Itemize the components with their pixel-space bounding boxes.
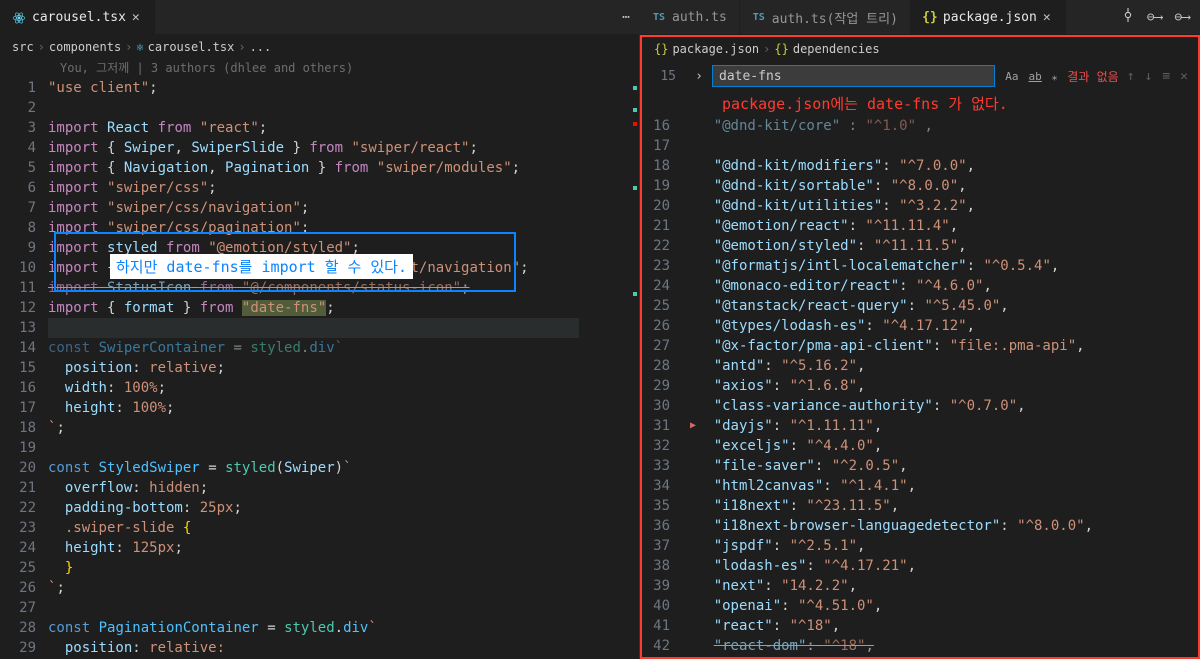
json-icon: {} [923,10,937,24]
crumb[interactable]: dependencies [793,42,880,56]
ts-icon: TS [752,10,766,24]
tab-auth-working[interactable]: TS auth.ts(작업 트리) [740,0,911,35]
ts-icon: TS [652,10,666,24]
tab-label: carousel.tsx [32,10,126,25]
react-icon [12,11,26,25]
whole-word-icon[interactable]: ab [1027,69,1044,84]
crumb[interactable]: src [12,40,34,54]
editor-pane-left: src› components› ⚛ carousel.tsx› ... You… [0,35,640,659]
prev-match-icon[interactable]: ↑ [1127,69,1135,84]
tab-carousel[interactable]: carousel.tsx ✕ [0,0,155,34]
breadcrumbs-right[interactable]: {} package.json› {} dependencies [642,37,1198,61]
breadcrumbs-left[interactable]: src› components› ⚛ carousel.tsx› ... [0,35,639,59]
code-editor-left[interactable]: 1234567891011121314151617181920212223242… [0,78,639,659]
react-icon: ⚛ [136,40,143,54]
line-number: 15 [652,69,686,84]
tab-label: auth.ts(작업 트리) [772,8,898,27]
editor-actions: ⊖⟶ ⊖⟶ [1111,8,1200,26]
next-match-icon[interactable]: ↓ [1145,69,1153,84]
tab-auth[interactable]: TS auth.ts [640,0,740,35]
tab-label: auth.ts [672,10,727,25]
find-in-selection-icon[interactable]: ≡ [1162,69,1170,84]
tab-label: package.json [943,10,1037,25]
match-case-icon[interactable]: Aa [1003,69,1020,84]
code-editor-right[interactable]: 16"@dnd-kit/core" : "^1.0" ,1718"@dnd-ki… [642,116,1198,657]
regex-icon[interactable]: ⁎ [1050,69,1060,84]
crumb[interactable]: carousel.tsx [148,40,235,54]
git-authors: You, 그저께 | 3 authors (dhlee and others) [0,59,639,78]
tab-bar: carousel.tsx ✕ ⋯ TS auth.ts TS auth.ts(작… [0,0,1200,35]
search-options: Aa ab ⁎ [1003,69,1059,84]
close-icon[interactable]: ✕ [1043,10,1053,25]
editor-pane-right: {} package.json› {} dependencies 15 › Aa… [640,35,1200,659]
tab-package-json[interactable]: {} package.json ✕ [911,0,1066,35]
more-dots-icon[interactable]: ⋯ [612,10,640,25]
minimap[interactable] [579,78,639,659]
workspace: src› components› ⚛ carousel.tsx› ... You… [0,35,1200,659]
crumb[interactable]: components [49,40,121,54]
close-search-icon[interactable]: ✕ [1180,69,1188,84]
expand-replace-icon[interactable]: › [694,69,704,84]
search-result-count: 결과 없음 [1067,68,1118,85]
editor-find-widget: 15 › Aa ab ⁎ 결과 없음 ↑ ↓ ≡ ✕ [642,61,1198,91]
annotation-blue: 하지만 date-fns를 import 할 수 있다. [110,254,413,279]
search-input[interactable] [712,65,995,87]
close-icon[interactable]: ✕ [132,10,142,25]
prev-change-icon[interactable]: ⊖⟶ [1147,10,1163,25]
json-icon: {} [654,42,668,56]
crumb[interactable]: package.json [672,42,759,56]
annotation-red: package.json에는 date-fns 가 없다. [642,91,1198,116]
crumb[interactable]: ... [250,40,272,54]
next-change-icon[interactable]: ⊖⟶ [1174,10,1190,25]
commit-icon[interactable] [1121,8,1135,26]
braces-icon: {} [774,42,788,56]
